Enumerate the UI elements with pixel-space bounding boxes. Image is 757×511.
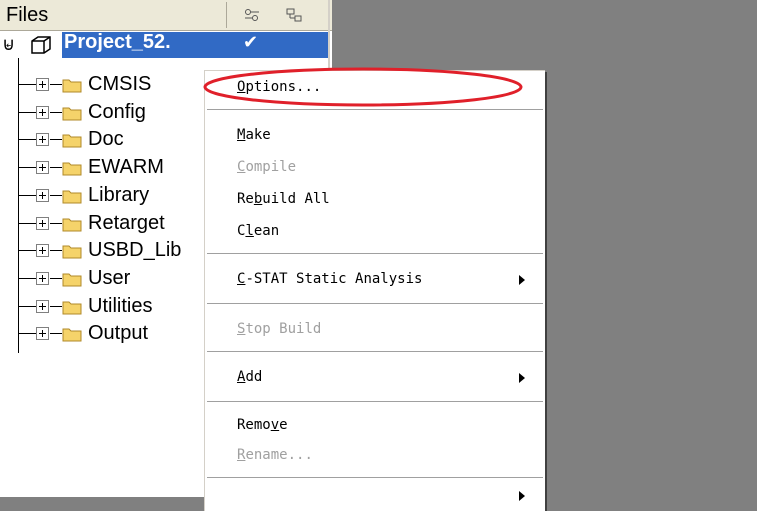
menu-separator [207,477,543,479]
tree-branch-line [18,277,36,279]
folder-label: Utilities [88,294,153,317]
tree-branch-line [50,167,62,169]
folder-icon [62,188,82,209]
folder-icon [62,132,82,153]
tree-branch-line [50,84,62,85]
options-settings-icon[interactable] [241,6,263,24]
expand-icon[interactable] [36,105,49,119]
folder-icon [62,271,82,292]
submenu-arrow-icon [519,275,525,285]
tree-branch-line [50,222,62,224]
menu-separator [207,351,543,353]
tree-branch-line [50,139,62,141]
expand-icon[interactable] [36,78,49,91]
folder-label: Retarget [88,211,165,234]
tree-branch-line [18,305,36,307]
expand-icon[interactable] [36,327,49,341]
menu-item-stop-build: Stop Build [237,321,322,337]
folder-icon [62,299,82,320]
header-divider [226,2,227,28]
expand-icon[interactable] [36,188,49,202]
submenu-arrow-icon [519,373,525,383]
tree-branch-line [50,250,62,252]
folder-label: Output [88,322,149,345]
menu-item-compile: Compile [237,159,297,175]
tree-branch-line [18,167,36,169]
tree-branch-line [50,111,62,113]
checkmark-icon: ✔ [243,32,259,52]
highlight-ring [203,67,523,107]
folder-icon [62,326,82,347]
folder-label: Library [88,183,150,206]
tree-layout-icon[interactable] [283,6,305,24]
tree-branch-line [50,333,62,335]
folder-label: USBD_Lib [88,239,182,262]
menu-item-add[interactable]: Add [237,369,262,385]
expand-icon[interactable] [36,216,49,230]
menu-separator [207,303,543,305]
menu-item-cstat[interactable]: C-STAT Static Analysis [237,271,422,287]
folder-icon [62,216,82,237]
folder-icon [62,105,82,126]
tree-branch-line [18,111,36,113]
menu-item-clean[interactable]: Clean [237,223,279,239]
submenu-arrow-icon [519,491,525,501]
tree-branch-line [50,305,62,307]
expand-icon[interactable] [36,161,49,175]
tree-root-project[interactable]: ⊌ Project_52. ✔ [0,31,328,60]
folder-label: EWARM [88,156,164,179]
menu-separator [207,401,543,403]
folder-label: User [88,266,131,289]
folder-label: Config [88,100,146,123]
project-name-label: Project_52. [64,31,171,53]
menu-item-rebuild-all[interactable]: Rebuild All [237,191,330,207]
tree-branch-line [18,84,36,85]
tree-branch-line [18,333,36,335]
tree-branch-line [18,194,36,196]
tree-branch-line [50,277,62,279]
folder-icon [62,77,82,98]
folder-icon [62,243,82,264]
expand-icon[interactable] [36,271,49,285]
tree-branch-line [18,222,36,224]
menu-item-rename: Rename... [237,447,313,463]
expand-icon[interactable] [36,133,49,147]
context-menu: Options... Make Compile Rebuild All Clea… [204,70,545,511]
folder-label: Doc [88,128,124,151]
panel-header: Files [0,0,332,31]
tree-branch-line [18,250,36,252]
menu-separator [207,253,543,255]
tree-branch-line [50,194,62,196]
files-column-header[interactable]: Files [6,4,48,27]
expand-icon[interactable] [36,244,49,258]
project-cube-icon [30,35,52,60]
collapse-icon[interactable]: ⊌ [2,34,15,55]
folder-label: CMSIS [88,73,152,95]
menu-item-remove[interactable]: Remove [237,417,288,433]
expand-icon[interactable] [36,299,49,313]
tree-branch-line [18,139,36,141]
menu-separator [207,109,543,111]
menu-item-make[interactable]: Make [237,127,271,143]
folder-icon [62,160,82,181]
